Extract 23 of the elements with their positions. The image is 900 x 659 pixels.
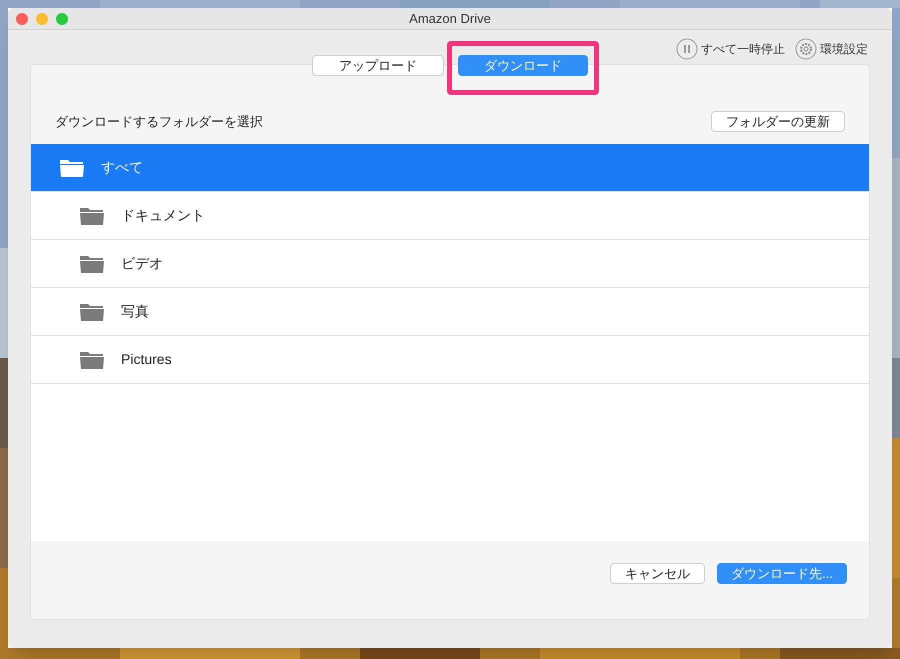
folder-name: ドキュメント — [121, 206, 205, 225]
tab[interactable]: アップロード — [312, 55, 444, 76]
settings-icon — [795, 38, 817, 60]
refresh-button[interactable]: フォルダーの更新 — [711, 111, 845, 132]
zoom-button[interactable] — [56, 13, 68, 25]
folder-icon — [59, 158, 85, 178]
folder-name: 写真 — [121, 302, 149, 321]
pause-button[interactable]: すべて一時停止 — [676, 38, 785, 60]
folder-name: すべて — [101, 158, 143, 177]
folder-name: ビデオ — [121, 254, 163, 273]
panel-heading: ダウンロードするフォルダーを選択 — [55, 112, 263, 131]
close-button[interactable] — [16, 13, 28, 25]
folder-icon — [79, 206, 105, 226]
folder-icon — [79, 350, 105, 370]
settings-button[interactable]: 環境設定 — [795, 38, 868, 60]
folder-name: Pictures — [121, 350, 172, 369]
folder-icon — [79, 302, 105, 322]
pause-icon — [676, 38, 698, 60]
cancel-button[interactable]: キャンセル — [610, 563, 706, 584]
window-title: Amazon Drive — [409, 10, 491, 28]
folder-icon — [79, 254, 105, 274]
folder-row[interactable]: すべて — [31, 144, 869, 192]
minimize-button[interactable] — [36, 13, 48, 25]
